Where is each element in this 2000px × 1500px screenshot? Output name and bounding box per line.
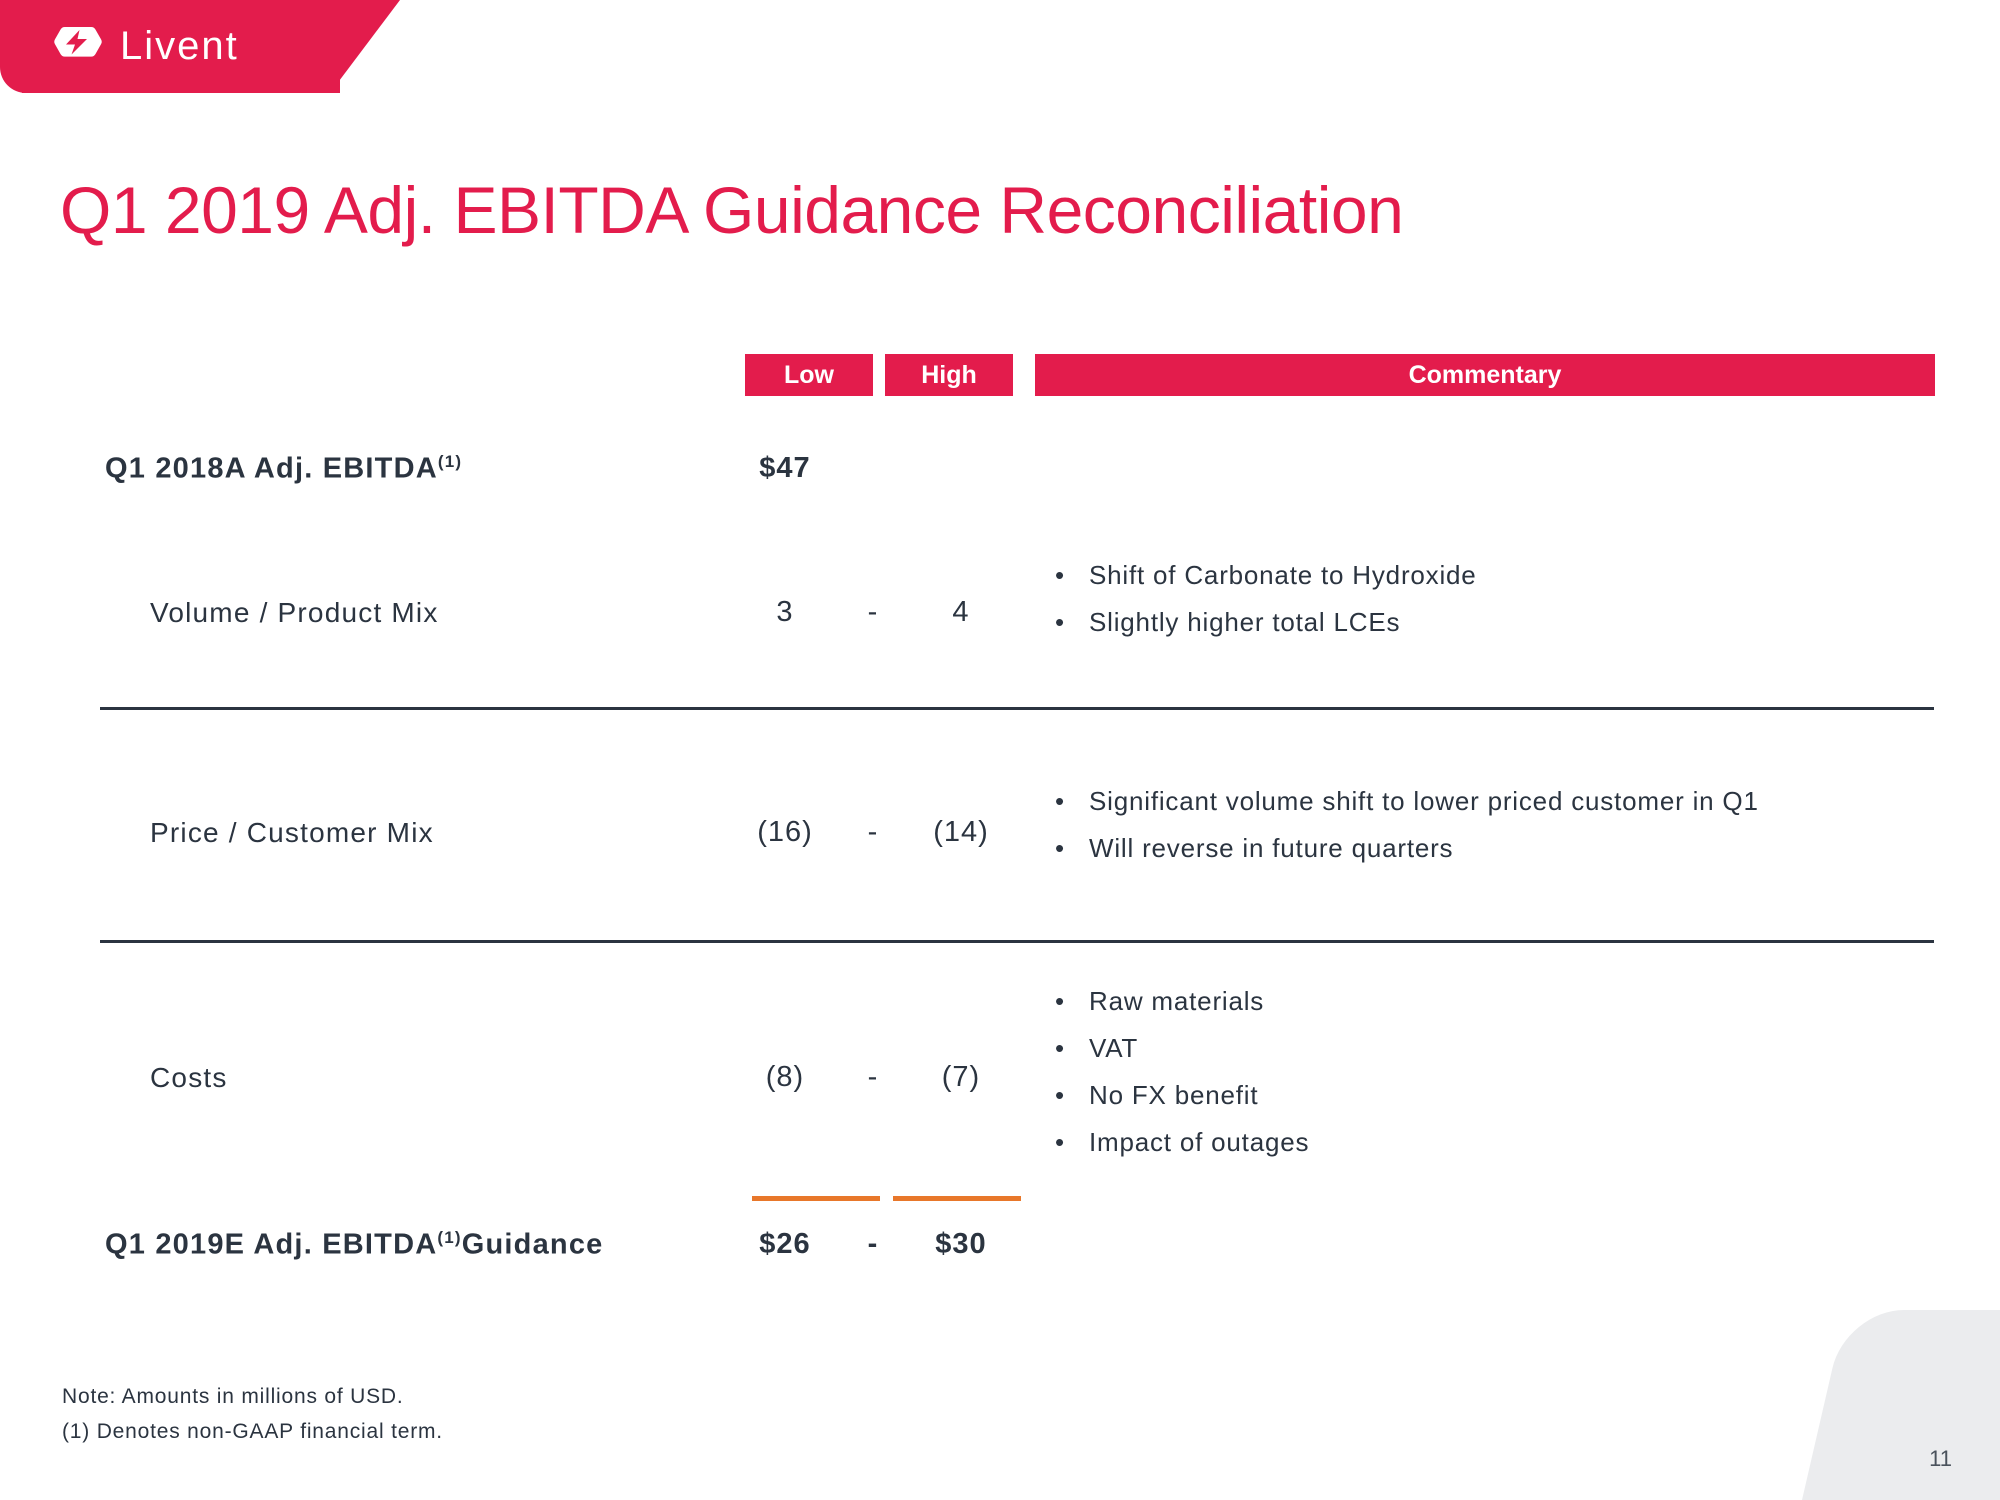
page-number: 11	[1929, 1446, 1952, 1471]
list-item-text: No FX benefit	[1089, 1080, 1259, 1110]
row-values-volume-product-mix: 3 - 4	[720, 596, 1030, 629]
footnote-marker: (1)	[437, 452, 463, 471]
footnote-marker: (1)	[437, 1228, 462, 1247]
row-label-costs: Costs	[150, 1062, 228, 1093]
bullet-icon: •	[1055, 1127, 1065, 1157]
list-item-text: Raw materials	[1089, 986, 1265, 1016]
value-low-price: (16)	[757, 816, 813, 848]
value-low-volume: 3	[776, 596, 794, 628]
value-high-costs: (7)	[941, 1061, 981, 1093]
list-item-text: Shift of Carbonate to Hydroxide	[1089, 560, 1477, 590]
value-opening: $47	[759, 452, 811, 484]
commentary-costs: • Raw materials • VAT • No FX benefit • …	[1055, 988, 1955, 1176]
livent-hexagon-bolt-icon	[52, 20, 104, 72]
value-dash-costs: -	[867, 1061, 879, 1093]
list-item: • No FX benefit	[1055, 1082, 1955, 1108]
list-item: • VAT	[1055, 1035, 1955, 1061]
list-item-text: Significant volume shift to lower priced…	[1089, 786, 1759, 816]
subtotal-rule-high	[893, 1196, 1021, 1201]
brand-name: Livent	[120, 24, 239, 68]
value-high-total: $30	[935, 1228, 987, 1260]
footnotes: Note: Amounts in millions of USD. (1) De…	[62, 1380, 443, 1449]
row-divider	[100, 940, 1934, 943]
row-label-volume-product-mix: Volume / Product Mix	[150, 597, 439, 628]
row-label-q1-2018a-adj-ebitda: Q1 2018A Adj. EBITDA(1)	[105, 452, 463, 485]
corner-decoration	[1802, 1310, 2000, 1500]
bullet-icon: •	[1055, 607, 1065, 637]
bullet-icon: •	[1055, 786, 1065, 816]
value-dash-volume: -	[867, 596, 879, 628]
list-item: • Slightly higher total LCEs	[1055, 609, 1955, 635]
row-label-price-customer-mix: Price / Customer Mix	[150, 817, 434, 848]
value-low-total: $26	[759, 1228, 811, 1260]
row-label-q1-2019e-adj-ebitda-guidance: Q1 2019E Adj. EBITDA(1)Guidance	[105, 1228, 604, 1261]
value-high-price: (14)	[933, 816, 989, 848]
row-values-q1-2018a: $47	[720, 452, 1030, 485]
commentary-price-customer-mix: • Significant volume shift to lower pric…	[1055, 788, 1955, 882]
bullet-icon: •	[1055, 1033, 1065, 1063]
page-title: Q1 2019 Adj. EBITDA Guidance Reconciliat…	[60, 173, 1404, 247]
column-header-low: Low	[745, 354, 873, 396]
row-label-tail: Guidance	[461, 1228, 604, 1261]
bullet-icon: •	[1055, 833, 1065, 863]
column-header-commentary: Commentary	[1035, 354, 1935, 396]
value-low-costs: (8)	[765, 1061, 805, 1093]
list-item: • Raw materials	[1055, 988, 1955, 1014]
value-high-volume: 4	[952, 596, 970, 628]
list-item-text: VAT	[1089, 1033, 1139, 1063]
row-values-q1-2019e-guidance: $26 - $30	[720, 1228, 1030, 1261]
footnote-note: Note: Amounts in millions of USD.	[62, 1385, 404, 1408]
subtotal-rule-low	[752, 1196, 880, 1201]
value-dash-price: -	[867, 816, 879, 848]
list-item-text: Will reverse in future quarters	[1089, 833, 1454, 863]
bullet-icon: •	[1055, 560, 1065, 590]
list-item-text: Slightly higher total LCEs	[1089, 607, 1401, 637]
list-item: • Significant volume shift to lower pric…	[1055, 788, 1955, 814]
value-dash-total: -	[867, 1228, 879, 1260]
bullet-icon: •	[1055, 1080, 1065, 1110]
commentary-volume-product-mix: • Shift of Carbonate to Hydroxide • Slig…	[1055, 562, 1955, 656]
list-item: • Will reverse in future quarters	[1055, 835, 1955, 861]
footnote-one: (1) Denotes non-GAAP financial term.	[62, 1419, 443, 1443]
row-values-price-customer-mix: (16) - (14)	[720, 816, 1030, 849]
bullet-icon: •	[1055, 986, 1065, 1016]
list-item: • Shift of Carbonate to Hydroxide	[1055, 562, 1955, 588]
list-item-text: Impact of outages	[1089, 1127, 1310, 1157]
row-values-costs: (8) - (7)	[720, 1061, 1030, 1094]
list-item: • Impact of outages	[1055, 1129, 1955, 1155]
column-header-high: High	[885, 354, 1013, 396]
row-divider	[100, 707, 1934, 710]
livent-logo: Livent	[52, 20, 239, 72]
